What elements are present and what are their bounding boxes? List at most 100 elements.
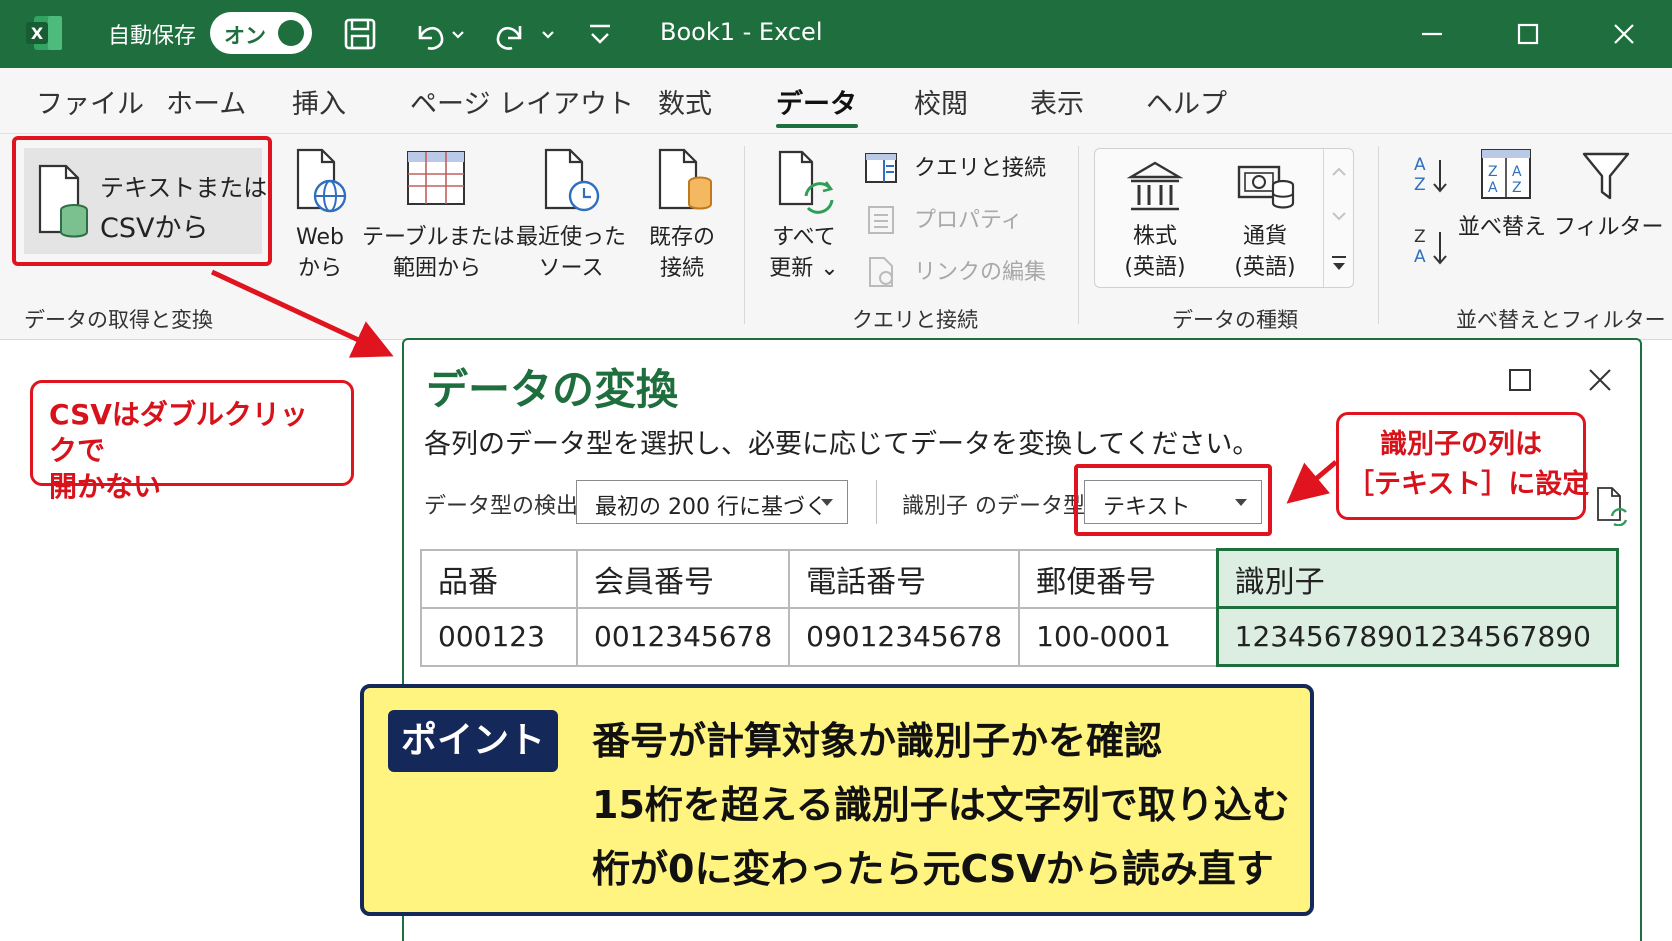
group-queries: クエリと接続 <box>852 308 978 332</box>
excel-logo-icon: X <box>26 16 62 50</box>
autosave-toggle[interactable]: オン <box>210 12 312 54</box>
callout-csv-doubleclick: CSVはダブルクリックで 開かない <box>30 380 354 503</box>
stocks-bank-icon <box>1127 161 1183 211</box>
column-header-identifier[interactable]: 識別子 <box>1215 548 1619 609</box>
sort-descending-button[interactable]: Z A <box>1412 224 1450 270</box>
currency-icon <box>1237 165 1295 209</box>
tab-home[interactable]: ホーム <box>166 82 246 121</box>
table-cell-identifier: 12345678901234567890 <box>1215 606 1619 667</box>
svg-text:A: A <box>1512 164 1522 180</box>
from-table-range-button[interactable]: テーブルまたは 範囲から <box>362 142 515 292</box>
column-header[interactable]: 電話番号 <box>788 548 1021 609</box>
filter-label: フィルター <box>1554 215 1664 240</box>
refresh-label-1: すべて <box>772 225 836 250</box>
existing-label-2: 接続 <box>659 256 704 281</box>
existing-label-1: 既存の <box>648 225 715 250</box>
window-title: Book1 - Excel <box>660 18 823 46</box>
properties-label: プロパティ <box>914 208 1023 233</box>
group-get-transform: データの取得と変換 <box>24 308 213 332</box>
column-header[interactable]: 会員番号 <box>575 548 791 609</box>
close-window-icon[interactable] <box>1604 14 1644 54</box>
currency-data-type[interactable]: 通貨 (英語) <box>1213 151 1317 285</box>
properties-button: プロパティ <box>864 200 1084 240</box>
gallery-scroll-up-icon[interactable] <box>1330 165 1348 179</box>
dialog-close-icon[interactable] <box>1580 360 1620 400</box>
group-sort-filter: 並べ替えとフィルター <box>1456 308 1666 332</box>
callout-left-line1: CSVはダブルクリックで <box>49 398 308 467</box>
preview-table: 品番 会員番号 電話番号 郵便番号 識別子 000123 0012345678 … <box>420 548 1619 667</box>
undo-icon[interactable] <box>410 14 450 54</box>
point-badge: ポイント <box>388 710 558 772</box>
sort-za-icon: Z A <box>1414 227 1447 267</box>
svg-text:Z: Z <box>1414 175 1426 195</box>
queries-pane-icon <box>865 153 897 183</box>
tab-data[interactable]: データ <box>776 82 857 121</box>
callout-left-line2: 開かない <box>49 470 162 503</box>
redo-icon[interactable] <box>490 14 530 54</box>
currency-label-2: (英語) <box>1234 255 1296 280</box>
detect-type-select[interactable]: 最初の 200 行に基づく <box>576 480 848 524</box>
tab-help[interactable]: ヘルプ <box>1146 82 1227 121</box>
table-cell: 09012345678 <box>788 606 1021 667</box>
gallery-scroll-down-icon[interactable] <box>1330 209 1348 223</box>
column-header[interactable]: 郵便番号 <box>1018 548 1219 609</box>
point-line-3: 桁が0に変わったら元CSVから読み直す <box>592 847 1274 891</box>
customize-toolbar-icon[interactable] <box>580 14 620 54</box>
dialog-maximize-icon[interactable] <box>1500 360 1540 400</box>
table-cell: 000123 <box>420 606 578 667</box>
tab-formulas[interactable]: 数式 <box>658 82 712 121</box>
recent-clock-icon <box>544 148 600 212</box>
callout-right-line2: ［テキスト］に設定 <box>1347 469 1590 500</box>
refresh-all-button[interactable]: すべて 更新 ⌄ <box>762 142 846 292</box>
recent-sources-button[interactable]: 最近使った ソース <box>516 142 626 292</box>
minimize-icon[interactable] <box>1412 14 1452 54</box>
autosave-state: オン <box>224 24 266 48</box>
existing-connections-button[interactable]: 既存の 接続 <box>632 142 732 292</box>
tab-review[interactable]: 校閲 <box>914 82 968 121</box>
filter-funnel-icon <box>1582 152 1630 200</box>
currency-label-1: 通貨 <box>1242 224 1287 249</box>
queries-connections-button[interactable]: クエリと接続 <box>864 148 1084 188</box>
sort-ascending-button[interactable]: A Z <box>1412 152 1450 198</box>
svg-text:A: A <box>1488 180 1498 196</box>
redo-dropdown-icon[interactable] <box>538 14 558 54</box>
table-label-2: 範囲から <box>392 256 481 281</box>
sort-button[interactable]: Z A A Z 並べ替え <box>1458 142 1546 262</box>
tab-page-layout[interactable]: ページ レイアウト <box>410 82 634 121</box>
queries-label: クエリと接続 <box>914 156 1047 181</box>
svg-text:X: X <box>31 24 44 43</box>
sort-az-icon: A Z <box>1414 155 1447 195</box>
identifier-type-highlight <box>1074 464 1272 536</box>
edit-links-label: リンクの編集 <box>914 260 1047 285</box>
callout-right-line1: 識別子の列は <box>1380 429 1542 460</box>
recent-label-1: 最近使った <box>516 225 627 250</box>
detect-type-label: データ型の検出 <box>424 494 579 519</box>
svg-text:A: A <box>1414 247 1426 267</box>
save-icon[interactable] <box>340 14 380 54</box>
point-line-2: 15桁を超える識別子は文字列で取り込む <box>592 783 1290 827</box>
table-row: 000123 0012345678 09012345678 100-0001 1… <box>420 606 1619 667</box>
from-web-button[interactable]: Web から <box>282 142 358 292</box>
autosave-label: 自動保存 <box>108 24 197 49</box>
tab-view[interactable]: 表示 <box>1030 82 1084 121</box>
group-separator <box>1078 146 1079 324</box>
stocks-label-1: 株式 <box>1132 224 1177 249</box>
table-label-1: テーブルまたは <box>362 225 515 250</box>
undo-dropdown-icon[interactable] <box>448 14 468 54</box>
maximize-icon[interactable] <box>1508 14 1548 54</box>
callout-identifier-text: 識別子の列は ［テキスト］に設定 <box>1336 412 1590 520</box>
dialog-description: 各列のデータ型を選択し、必要に応じてデータを変換してください。 <box>424 429 1260 460</box>
sort-label: 並べ替え <box>1458 215 1547 240</box>
table-cell: 0012345678 <box>575 606 791 667</box>
group-separator <box>744 146 745 324</box>
tab-file[interactable]: ファイル <box>36 82 144 121</box>
gallery-more-icon[interactable] <box>1328 251 1350 277</box>
filter-button[interactable]: フィルター <box>1554 142 1664 262</box>
column-header[interactable]: 品番 <box>420 548 578 609</box>
tab-insert[interactable]: 挿入 <box>292 82 346 121</box>
stocks-data-type[interactable]: 株式 (英語) <box>1103 151 1207 285</box>
recent-label-2: ソース <box>538 256 604 281</box>
refresh-preview-icon[interactable] <box>1594 486 1630 526</box>
edit-links-button: リンクの編集 <box>864 252 1084 292</box>
active-tab-indicator <box>776 124 858 128</box>
